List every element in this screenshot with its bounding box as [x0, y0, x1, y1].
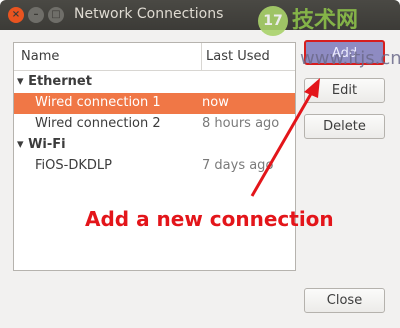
- network-connections-window: × – □ Network Connections Name Last Used…: [0, 0, 400, 328]
- list-header: Name Last Used: [14, 43, 295, 71]
- list-item[interactable]: FiOS-DKDLP 7 days ago: [14, 156, 295, 177]
- connection-name: Wired connection 1: [35, 95, 161, 110]
- connection-name: FiOS-DKDLP: [35, 158, 112, 173]
- edit-button[interactable]: Edit: [304, 78, 385, 103]
- connection-last-used: now: [202, 95, 229, 110]
- watermark-logo: 17: [258, 6, 288, 36]
- connection-last-used: 7 days ago: [202, 158, 274, 173]
- watermark-url: www.itjs.cn: [300, 48, 400, 69]
- expander-icon[interactable]: ▾: [17, 74, 28, 89]
- connection-name: Wired connection 2: [35, 116, 161, 131]
- watermark-text: 技术网: [292, 8, 359, 33]
- column-header-name[interactable]: Name: [21, 49, 59, 64]
- window-close-icon[interactable]: ×: [8, 7, 24, 23]
- connections-list[interactable]: Name Last Used ▾ Ethernet Wired connecti…: [13, 42, 296, 271]
- close-button[interactable]: Close: [304, 288, 385, 313]
- group-wifi[interactable]: ▾ Wi-Fi: [14, 135, 295, 156]
- window-maximize-icon[interactable]: □: [48, 7, 64, 23]
- annotation-text: Add a new connection: [85, 207, 334, 231]
- list-item[interactable]: Wired connection 2 8 hours ago: [14, 114, 295, 135]
- group-ethernet[interactable]: ▾ Ethernet: [14, 72, 295, 93]
- window-minimize-icon[interactable]: –: [28, 7, 44, 23]
- delete-button[interactable]: Delete: [304, 114, 385, 139]
- column-separator[interactable]: [201, 43, 202, 71]
- group-label: ▾ Wi-Fi: [17, 137, 66, 152]
- list-item[interactable]: Wired connection 1 now: [14, 93, 295, 114]
- column-header-last-used[interactable]: Last Used: [206, 49, 270, 64]
- expander-icon[interactable]: ▾: [17, 137, 28, 152]
- window-title: Network Connections: [74, 6, 224, 22]
- connection-last-used: 8 hours ago: [202, 116, 280, 131]
- group-label: ▾ Ethernet: [17, 74, 92, 89]
